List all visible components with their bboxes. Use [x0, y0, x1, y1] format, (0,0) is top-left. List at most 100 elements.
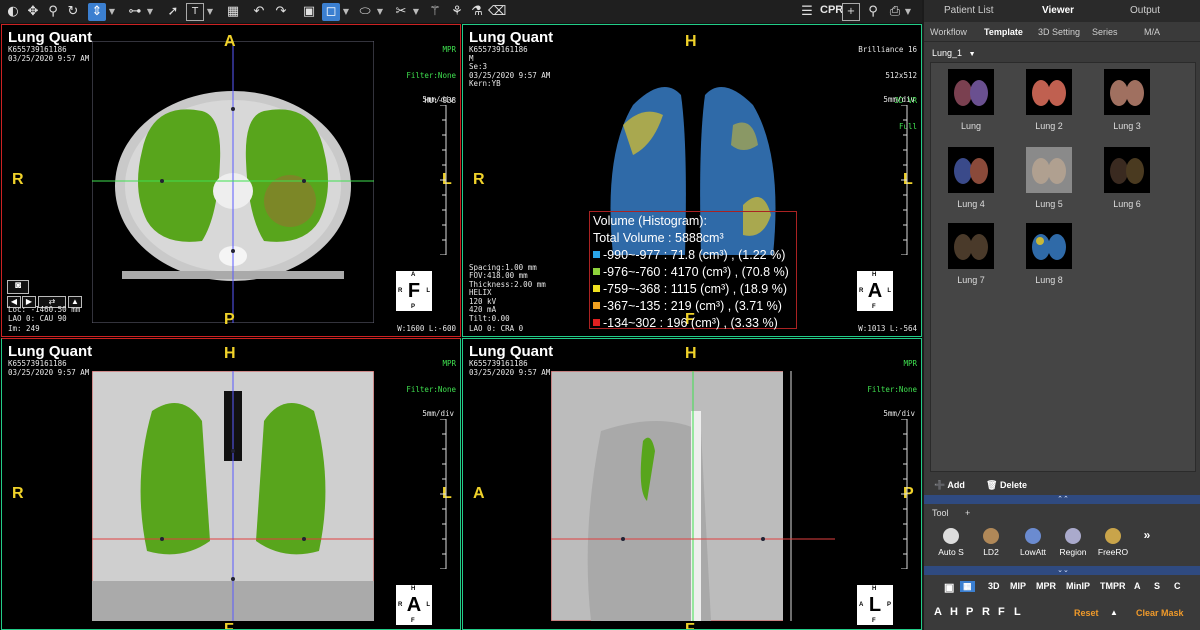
sagittal-viewport[interactable]: Lung Quant K655739161186 03/25/2020 9:57…	[462, 338, 922, 630]
orient-a-button[interactable]: A	[934, 606, 942, 618]
layout-icon[interactable]: ▦	[224, 3, 242, 21]
thumbnail-image	[1026, 147, 1072, 193]
histogram-row-text: -990~-977 : 71.8 (cm³) , (1.22 %)	[603, 248, 786, 262]
window-level-icon[interactable]: ◐	[4, 3, 22, 21]
pointer-icon[interactable]: ➚	[164, 3, 182, 21]
orient-l-button[interactable]: L	[1014, 606, 1021, 618]
wand-icon[interactable]: ⚚	[426, 3, 444, 21]
template-select[interactable]: Lung_1 ▼	[932, 48, 976, 58]
delete-template-button[interactable]: 🗑 Delete	[986, 480, 1027, 491]
trash-icon: 🗑	[986, 480, 998, 490]
ruler-icon[interactable]: ⊶	[126, 3, 144, 21]
tool-add-button[interactable]: +	[965, 508, 970, 518]
eraser-icon[interactable]: ⌫	[488, 3, 506, 21]
clear-mask-button[interactable]: Clear Mask	[1136, 608, 1184, 618]
scroll-tool-icon[interactable]: ⇕	[88, 3, 106, 21]
orientation-cube[interactable]: H A R L F	[857, 271, 893, 311]
coronal-viewport[interactable]: Lung Quant K655739161186 03/25/2020 9:57…	[1, 338, 461, 630]
report-icon[interactable]: ☰	[798, 3, 816, 21]
collapse-down-divider[interactable]: ⌄⌄	[924, 566, 1200, 575]
template-thumbnail[interactable]: Lung 3	[1097, 69, 1157, 131]
mode-single-icon[interactable]: ▣	[944, 581, 954, 594]
roi-dropdown-icon[interactable]: ▼	[342, 3, 350, 21]
text-dropdown-icon[interactable]: ▼	[206, 3, 214, 21]
mode-grid-icon[interactable]: ▦	[960, 581, 975, 592]
template-thumbnail[interactable]: Lung 5	[1019, 147, 1079, 209]
orientation-cube[interactable]: H A R L F	[396, 585, 432, 625]
mode-axial[interactable]: A	[1134, 581, 1141, 591]
tool-ld2[interactable]: LD2	[972, 528, 1010, 557]
roi-icon[interactable]: ◻	[322, 3, 340, 21]
orientation-cube[interactable]: A F R L P	[396, 271, 432, 311]
orient-p-button[interactable]: P	[966, 606, 973, 618]
undo-icon[interactable]: ↶	[250, 3, 268, 21]
subtab-3d-setting[interactable]: 3D Setting	[1038, 27, 1080, 37]
axial-viewport[interactable]: Lung Quant K655739161186 03/25/2020 9:57…	[1, 24, 461, 337]
mode-coronal[interactable]: C	[1174, 581, 1181, 591]
snapshot-dropdown-icon[interactable]: ▼	[904, 3, 912, 21]
ellipse-icon[interactable]: ⬭	[356, 3, 374, 21]
mode-mpr[interactable]: MPR	[1036, 581, 1056, 591]
mode-sagittal[interactable]: S	[1154, 581, 1160, 591]
more-tools-button[interactable]: »	[1128, 528, 1166, 542]
sculpt-icon[interactable]: ✂	[392, 3, 410, 21]
seed-icon[interactable]: ⚘	[448, 3, 466, 21]
subtab-workflow[interactable]: Workflow	[930, 27, 967, 37]
patient-info: K655739161186 03/25/2020 9:57 AM	[8, 45, 90, 63]
mode-3d[interactable]: 3D	[988, 581, 1000, 591]
cube-top-label: H	[411, 586, 416, 592]
sculpt-dropdown-icon[interactable]: ▼	[412, 3, 420, 21]
template-thumbnail[interactable]: Lung	[941, 69, 1001, 131]
probe-icon[interactable]: ⚗	[468, 3, 486, 21]
template-thumbnail[interactable]: Lung 2	[1019, 69, 1079, 131]
tab-viewer[interactable]: Viewer	[1042, 5, 1074, 16]
orientation-left: A	[473, 485, 485, 502]
add-view-icon[interactable]: +	[842, 3, 860, 21]
text-annotation-icon[interactable]: T	[186, 3, 204, 21]
redo-icon[interactable]: ↷	[272, 3, 290, 21]
mode-minip[interactable]: MinIP	[1066, 581, 1090, 591]
thumbnail-label: Lung 2	[1035, 121, 1063, 131]
camera-icon[interactable]: ◙	[7, 280, 29, 294]
mode-mip[interactable]: MIP	[1010, 581, 1026, 591]
template-thumbnail[interactable]: Lung 4	[941, 147, 1001, 209]
zoom-icon[interactable]: ⚲	[44, 3, 62, 21]
ellipse-dropdown-icon[interactable]: ▼	[376, 3, 384, 21]
subtab-ma[interactable]: M/A	[1144, 27, 1160, 37]
color-map-icon[interactable]: ▣	[300, 3, 318, 21]
orientation-cube[interactable]: H L A P F	[857, 585, 893, 625]
reset-dropdown-icon[interactable]: ▲	[1110, 608, 1118, 617]
collapse-up-divider[interactable]: ⌃⌃	[924, 495, 1200, 504]
tool-free-roi[interactable]: FreeRO	[1094, 528, 1132, 557]
viewport-title: Lung Quant	[469, 29, 554, 46]
reset-button[interactable]: Reset	[1074, 608, 1099, 618]
snapshot-icon[interactable]: ⎙	[886, 3, 904, 21]
tab-patient-list[interactable]: Patient List	[944, 5, 993, 16]
sub-tabs: Workflow Template 3D Setting Series M/A	[924, 22, 1200, 42]
window-level-readout: W:1013 L:-564	[858, 324, 917, 333]
mode-tmpr[interactable]: TMPR	[1100, 581, 1126, 591]
orient-f-button[interactable]: F	[998, 606, 1005, 618]
tool-region[interactable]: Region	[1054, 528, 1092, 557]
magnify-report-icon[interactable]: ⚲	[864, 3, 882, 21]
subtab-series[interactable]: Series	[1092, 27, 1118, 37]
tool-low-att[interactable]: LowAtt	[1014, 528, 1052, 557]
subtab-template[interactable]: Template	[984, 27, 1023, 37]
ruler-dropdown-icon[interactable]: ▼	[146, 3, 154, 21]
template-thumbnail[interactable]: Lung 8	[1019, 223, 1079, 285]
template-thumbnail[interactable]: Lung 7	[941, 223, 1001, 285]
volume-render-viewport[interactable]: Lung Quant K655739161186 M Se:3 03/25/20…	[462, 24, 922, 337]
orientation-bottom: F	[224, 621, 234, 630]
legend-swatch	[593, 302, 600, 309]
scroll-tool-dropdown-icon[interactable]: ▼	[108, 3, 116, 21]
template-thumbnail[interactable]: Lung 6	[1097, 147, 1157, 209]
cpr-button[interactable]: CPR	[820, 4, 843, 16]
scale-ruler	[901, 419, 908, 569]
orient-r-button[interactable]: R	[982, 606, 990, 618]
tool-auto-segment[interactable]: Auto S	[932, 528, 970, 557]
orient-h-button[interactable]: H	[950, 606, 958, 618]
pan-icon[interactable]: ✥	[24, 3, 42, 21]
tab-output[interactable]: Output	[1130, 5, 1160, 16]
rotate-icon[interactable]: ↻	[64, 3, 82, 21]
add-template-button[interactable]: ➕ Add	[934, 480, 965, 491]
